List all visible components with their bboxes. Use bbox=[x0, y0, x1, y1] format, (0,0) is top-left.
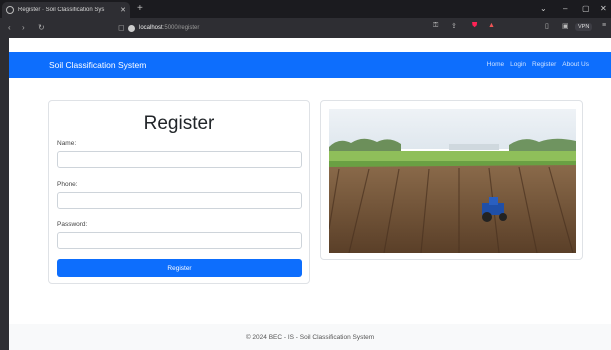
back-icon[interactable]: ‹ bbox=[8, 23, 11, 32]
forward-icon[interactable]: › bbox=[22, 23, 25, 32]
name-label: Name: bbox=[57, 140, 77, 147]
minimize-icon[interactable]: – bbox=[563, 2, 567, 16]
nav-link-login[interactable]: Login bbox=[510, 61, 526, 68]
password-label: Password: bbox=[57, 221, 88, 228]
reload-icon[interactable]: ↻ bbox=[38, 23, 45, 32]
nav-link-register[interactable]: Register bbox=[532, 61, 556, 68]
register-title: Register bbox=[143, 113, 215, 134]
password-input[interactable] bbox=[57, 232, 302, 249]
close-icon[interactable]: ✕ bbox=[120, 6, 126, 14]
footer-text: © 2024 BEC - IS - Soil Classification Sy… bbox=[245, 333, 375, 341]
sidebar-icon[interactable]: ▯ bbox=[545, 22, 549, 30]
site-navbar: Soil Classification System Home Login Re… bbox=[9, 52, 611, 78]
key-icon[interactable]: ⚿ bbox=[433, 22, 438, 30]
url-host: localhost bbox=[139, 25, 163, 31]
vpn-button[interactable]: VPN bbox=[575, 23, 593, 31]
name-input[interactable] bbox=[57, 151, 302, 168]
window-edge bbox=[0, 38, 9, 350]
image-card bbox=[320, 100, 583, 260]
site-info-icon[interactable] bbox=[128, 24, 135, 32]
shield-icon[interactable]: ⛊ bbox=[472, 22, 477, 30]
nav-link-home[interactable]: Home bbox=[487, 61, 504, 68]
register-card: Register Name: Phone: Password: Register bbox=[48, 100, 310, 284]
tab-title: Register · Soil Classification Sys bbox=[18, 7, 105, 13]
vpn-label: VPN bbox=[578, 24, 590, 30]
share-icon[interactable]: ⇪ bbox=[451, 22, 457, 30]
nav-link-about[interactable]: About Us bbox=[562, 61, 589, 68]
tab-search-icon[interactable]: ⌄ bbox=[540, 2, 547, 16]
brand-link[interactable]: Soil Classification System bbox=[49, 60, 146, 70]
farm-field-image bbox=[329, 109, 576, 253]
phone-input[interactable] bbox=[57, 192, 302, 209]
globe-icon bbox=[6, 6, 14, 14]
browser-toolbar: ‹ › ↻ ◻ localhost :5000/register ⚿ ⇪ ⛊ ▲… bbox=[0, 18, 611, 38]
browser-tab[interactable]: Register · Soil Classification Sys ✕ bbox=[2, 2, 130, 18]
maximize-icon[interactable]: ▢ bbox=[582, 2, 590, 16]
nav-links: Home Login Register About Us bbox=[487, 61, 589, 68]
url-path: :5000/register bbox=[162, 25, 200, 31]
wallet-icon[interactable]: ▣ bbox=[562, 22, 569, 30]
new-tab-icon[interactable]: + bbox=[137, 2, 143, 16]
register-button[interactable]: Register bbox=[57, 259, 302, 277]
page-top bbox=[9, 38, 611, 52]
bookmark-icon[interactable]: ◻ bbox=[118, 23, 125, 32]
site-footer: © 2024 BEC - IS - Soil Classification Sy… bbox=[9, 324, 611, 350]
rewards-icon[interactable]: ▲ bbox=[488, 22, 495, 29]
phone-label: Phone: bbox=[57, 181, 78, 188]
browser-tab-bar: Register · Soil Classification Sys ✕ + ⌄… bbox=[0, 0, 611, 18]
window-close-icon[interactable]: ✕ bbox=[600, 2, 607, 16]
menu-icon[interactable]: ≡ bbox=[602, 22, 606, 29]
address-bar[interactable]: localhost :5000/register bbox=[128, 21, 528, 35]
